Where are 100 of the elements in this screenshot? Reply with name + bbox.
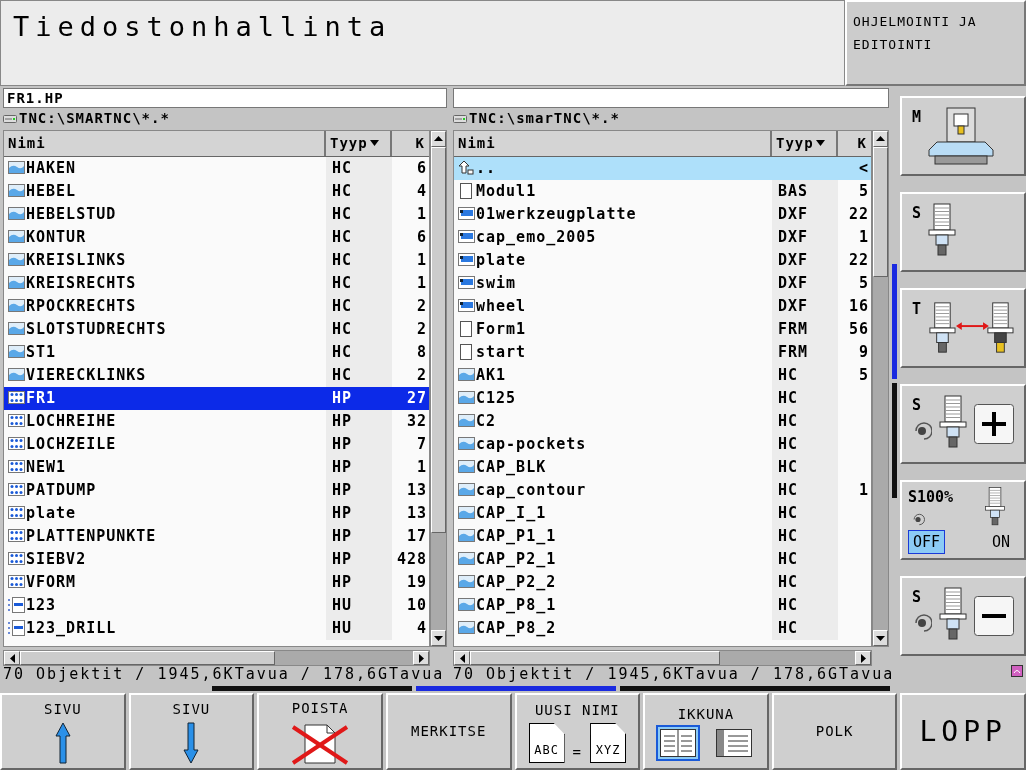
file-row[interactable]: plate HP 13 bbox=[4, 501, 429, 525]
scroll-thumb[interactable] bbox=[20, 651, 275, 665]
file-name: HEBEL bbox=[26, 180, 77, 202]
file-name: KREISLINKS bbox=[26, 249, 127, 271]
column-header[interactable]: Tyyp bbox=[326, 130, 392, 156]
drawing-file-icon bbox=[458, 298, 475, 315]
column-header[interactable]: Tyyp bbox=[772, 130, 838, 156]
file-row[interactable]: CAP_P1_1 HC bbox=[454, 524, 871, 548]
softkey[interactable]: MERKITSE bbox=[385, 693, 512, 770]
horizontal-scrollbar[interactable] bbox=[3, 650, 430, 666]
file-row[interactable]: CAP_I_1 HC bbox=[454, 501, 871, 525]
contour-file-icon bbox=[458, 574, 475, 591]
file-row[interactable]: CAP_P2_1 HC bbox=[454, 547, 871, 571]
page-up-softkey[interactable]: SIVU bbox=[0, 693, 126, 770]
column-header[interactable]: Nimi bbox=[454, 130, 772, 156]
file-row[interactable]: cap-pockets HC bbox=[454, 432, 871, 456]
file-row[interactable]: SLOTSTUDRECHTS HC 2 bbox=[4, 317, 429, 341]
file-type: FRM bbox=[778, 318, 809, 340]
file-type: HC bbox=[778, 594, 799, 616]
scroll-down-icon[interactable] bbox=[434, 635, 443, 641]
end-softkey[interactable]: LOPP bbox=[900, 693, 1026, 770]
scroll-down-icon[interactable] bbox=[876, 635, 885, 641]
horizontal-scrollbar[interactable] bbox=[453, 650, 872, 666]
file-size: 6 bbox=[416, 227, 427, 246]
file-row[interactable]: NEW1 HP 1 bbox=[4, 455, 429, 479]
file-row[interactable]: cap_emo_2005 DXF 1 bbox=[454, 225, 871, 249]
file-row[interactable]: FR1 HP 27 bbox=[4, 386, 429, 410]
file-row[interactable]: AK1 HC 5 bbox=[454, 363, 871, 387]
file-row[interactable]: CAP_P8_1 HC bbox=[454, 593, 871, 617]
file-row[interactable]: CAP_P2_2 HC bbox=[454, 570, 871, 594]
file-row[interactable]: LOCHREIHE HP 32 bbox=[4, 409, 429, 433]
file-row[interactable]: CAP_P8_2 HC bbox=[454, 616, 871, 640]
scroll-up-icon[interactable] bbox=[876, 136, 885, 142]
file-row[interactable]: HEBELSTUD HC 1 bbox=[4, 202, 429, 226]
filename-field[interactable]: FR1.HP bbox=[3, 88, 447, 108]
file-row[interactable]: C125 HC bbox=[454, 386, 871, 410]
status-line: 70 Objektit / 1945,6KTavua / 178,6GTavua bbox=[3, 666, 446, 683]
file-row[interactable]: plate DXF 22 bbox=[454, 248, 871, 272]
file-row[interactable]: Form1 FRM 56 bbox=[454, 317, 871, 341]
file-name: CAP_P2_2 bbox=[476, 571, 557, 593]
file-row[interactable]: HAKEN HC 6 bbox=[4, 156, 429, 180]
file-row[interactable]: C2 HC bbox=[454, 409, 871, 433]
spindle-override-key[interactable]: S100% OFF ON bbox=[900, 480, 1026, 560]
rename-softkey[interactable]: UUSI NIMI ABC = XYZ bbox=[514, 693, 641, 770]
contour-file-icon bbox=[8, 229, 25, 246]
book-icon bbox=[1011, 665, 1023, 677]
scroll-thumb[interactable] bbox=[873, 146, 888, 278]
scroll-right-icon[interactable] bbox=[860, 653, 866, 663]
file-row[interactable]: KREISRECHTS HC 1 bbox=[4, 271, 429, 295]
page-down-softkey[interactable]: SIVU bbox=[128, 693, 255, 770]
file-row[interactable]: start FRM 9 bbox=[454, 340, 871, 364]
file-row[interactable]: .. < bbox=[454, 156, 871, 180]
file-type: HC bbox=[332, 364, 353, 386]
file-row[interactable]: 01werkzeugplatte DXF 22 bbox=[454, 202, 871, 226]
file-size: 1 bbox=[416, 250, 427, 269]
file-row[interactable]: ST1 HC 8 bbox=[4, 340, 429, 364]
scroll-right-icon[interactable] bbox=[418, 653, 424, 663]
tool-change-key[interactable]: T bbox=[900, 288, 1026, 368]
delete-softkey[interactable]: POISTA bbox=[257, 693, 383, 770]
file-row[interactable]: RPOCKRECHTS HC 2 bbox=[4, 294, 429, 318]
file-row[interactable]: KREISLINKS HC 1 bbox=[4, 248, 429, 272]
column-header[interactable]: K bbox=[392, 130, 429, 156]
scroll-thumb[interactable] bbox=[431, 146, 446, 534]
file-row[interactable]: CAP_BLK HC bbox=[454, 455, 871, 479]
column-header[interactable]: Nimi bbox=[4, 130, 326, 156]
spindle-decrease-key[interactable]: S bbox=[900, 576, 1026, 656]
file-size: 13 bbox=[406, 503, 427, 522]
file-row[interactable]: PATDUMP HP 13 bbox=[4, 478, 429, 502]
softkey[interactable]: POLK bbox=[771, 693, 898, 770]
file-row[interactable]: VIERECKLINKS HC 2 bbox=[4, 363, 429, 387]
file-row[interactable]: SIEBV2 HP 428 bbox=[4, 547, 429, 571]
file-row[interactable]: 123_DRILL HU 4 bbox=[4, 616, 429, 640]
spindle-key[interactable]: S bbox=[900, 192, 1026, 272]
window-layout-softkey[interactable]: IKKUNA bbox=[643, 693, 769, 770]
spindle-increase-key[interactable]: S bbox=[900, 384, 1026, 464]
scroll-left-icon[interactable] bbox=[9, 653, 15, 663]
filename-field[interactable] bbox=[453, 88, 889, 108]
column-header[interactable]: K bbox=[838, 130, 871, 156]
machine-function-key[interactable]: M bbox=[900, 96, 1026, 176]
file-row[interactable]: PLATTENPUNKTE HP 17 bbox=[4, 524, 429, 548]
file-row[interactable]: swim DXF 5 bbox=[454, 271, 871, 295]
file-row[interactable]: KONTUR HC 6 bbox=[4, 225, 429, 249]
file-name: plate bbox=[476, 249, 527, 271]
vertical-scrollbar[interactable] bbox=[872, 129, 889, 648]
vertical-scrollbar[interactable] bbox=[430, 129, 447, 648]
contour-file-icon bbox=[8, 275, 25, 292]
file-row[interactable]: Modul1 BAS 5 bbox=[454, 179, 871, 203]
file-row[interactable]: 123 HU 10 bbox=[4, 593, 429, 617]
file-row[interactable]: HEBEL HC 4 bbox=[4, 179, 429, 203]
file-row[interactable]: cap_contour HC 1 bbox=[454, 478, 871, 502]
file-row[interactable]: wheel DXF 16 bbox=[454, 294, 871, 318]
scroll-thumb[interactable] bbox=[470, 651, 721, 665]
file-row[interactable]: LOCHZEILE HP 7 bbox=[4, 432, 429, 456]
file-row[interactable]: VFORM HP 19 bbox=[4, 570, 429, 594]
scroll-up-icon[interactable] bbox=[434, 136, 443, 142]
scroll-left-icon[interactable] bbox=[459, 653, 465, 663]
file-type: HC bbox=[778, 364, 799, 386]
file-name: cap-pockets bbox=[476, 433, 587, 455]
file-type: HP bbox=[332, 456, 353, 478]
file-type: DXF bbox=[778, 226, 809, 248]
